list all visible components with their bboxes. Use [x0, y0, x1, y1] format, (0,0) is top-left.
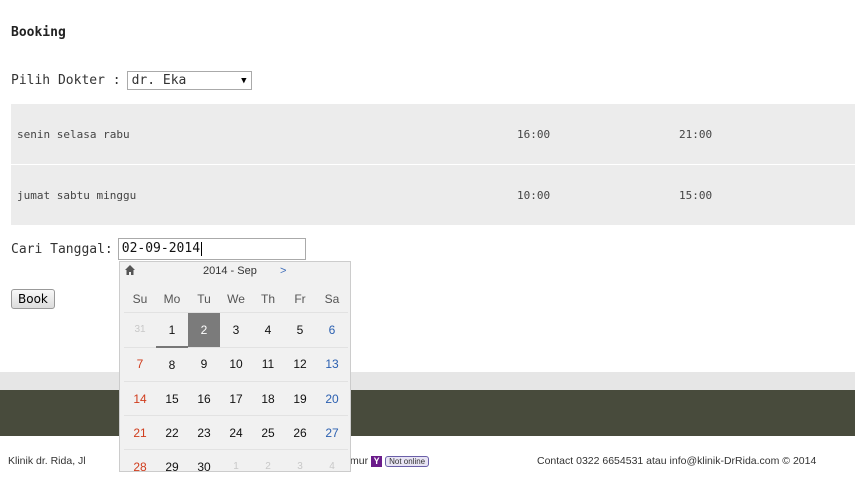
calendar-day[interactable]: 24	[220, 416, 252, 450]
doctor-select-value: dr. Eka	[132, 73, 187, 88]
book-button[interactable]: Book	[11, 289, 55, 309]
calendar-day[interactable]: 25	[252, 416, 284, 450]
calendar-day[interactable]: 27	[316, 416, 348, 450]
calendar-day[interactable]: 7	[124, 347, 156, 382]
page-title: Booking	[11, 25, 66, 40]
calendar-day[interactable]: 21	[124, 416, 156, 450]
calendar-day[interactable]: 19	[284, 382, 316, 416]
schedule-end: 21:00	[673, 104, 855, 165]
calendar-grid: SuMoTuWeThFrSa 3112345678910111213141516…	[124, 286, 348, 483]
calendar-week: 21222324252627	[124, 416, 348, 450]
yahoo-messenger-icon[interactable]: Y	[371, 456, 382, 467]
calendar-day[interactable]: 5	[284, 313, 316, 348]
calendar-day[interactable]: 14	[124, 382, 156, 416]
doctor-label: Pilih Dokter :	[11, 73, 121, 88]
datepicker-header: 2014 - Sep >	[120, 262, 350, 280]
schedule-end: 15:00	[673, 165, 855, 226]
chevron-down-icon: ▼	[241, 76, 246, 86]
calendar-day[interactable]: 11	[252, 347, 284, 382]
table-row: jumat sabtu minggu 10:00 15:00	[11, 165, 855, 226]
weekday-label: Sa	[316, 286, 348, 313]
calendar-day[interactable]: 23	[188, 416, 220, 450]
calendar-day[interactable]: 15	[156, 382, 188, 416]
calendar-day[interactable]: 4	[252, 313, 284, 348]
footer-address: Klinik dr. Rida, Jl	[8, 455, 86, 467]
calendar-day[interactable]: 29	[156, 450, 188, 483]
schedule-days: senin selasa rabu	[11, 104, 511, 165]
table-row: senin selasa rabu 16:00 21:00	[11, 104, 855, 165]
ym-status-badge[interactable]: Not online	[385, 456, 429, 467]
weekday-label: We	[220, 286, 252, 313]
calendar-day-other-month: 2	[252, 450, 284, 483]
calendar-day[interactable]: 20	[316, 382, 348, 416]
calendar-day[interactable]: 28	[124, 450, 156, 483]
footer-mid-text: mur	[350, 455, 368, 467]
calendar-day-other-month: 3	[284, 450, 316, 483]
calendar-week: 2829301234	[124, 450, 348, 483]
calendar-day[interactable]: 17	[220, 382, 252, 416]
calendar-day[interactable]: 13	[316, 347, 348, 382]
calendar-day[interactable]: 26	[284, 416, 316, 450]
calendar-week: 31123456	[124, 313, 348, 348]
calendar-week: 78910111213	[124, 347, 348, 382]
date-input[interactable]: 02-09-2014	[118, 238, 306, 260]
calendar-day-other-month: 1	[220, 450, 252, 483]
doctor-row: Pilih Dokter : dr. Eka ▼	[11, 71, 252, 90]
date-search-row: Cari Tanggal: 02-09-2014	[11, 238, 306, 260]
date-search-label: Cari Tanggal:	[11, 242, 113, 257]
text-caret	[201, 242, 202, 256]
weekday-label: Mo	[156, 286, 188, 313]
weekday-row: SuMoTuWeThFrSa	[124, 286, 348, 313]
datepicker: 2014 - Sep > SuMoTuWeThFrSa 311234567891…	[119, 261, 351, 472]
datepicker-title: 2014 - Sep	[203, 265, 257, 277]
calendar-day[interactable]: 6	[316, 313, 348, 348]
date-input-value: 02-09-2014	[122, 241, 200, 256]
schedule-table: senin selasa rabu 16:00 21:00 jumat sabt…	[11, 104, 855, 226]
calendar-day-other-month: 31	[124, 313, 156, 348]
calendar-week: 14151617181920	[124, 382, 348, 416]
footer-contact: Contact 0322 6654531 atau info@klinik-Dr…	[537, 455, 816, 467]
weekday-label: Su	[124, 286, 156, 313]
weekday-label: Tu	[188, 286, 220, 313]
calendar-day[interactable]: 16	[188, 382, 220, 416]
schedule-start: 16:00	[511, 104, 673, 165]
schedule-start: 10:00	[511, 165, 673, 226]
calendar-day[interactable]: 2	[188, 313, 220, 348]
home-icon[interactable]	[124, 264, 136, 276]
next-month-link[interactable]: >	[280, 265, 286, 277]
calendar-day[interactable]: 12	[284, 347, 316, 382]
calendar-day[interactable]: 10	[220, 347, 252, 382]
calendar-day[interactable]: 9	[188, 347, 220, 382]
calendar-day[interactable]: 3	[220, 313, 252, 348]
doctor-select[interactable]: dr. Eka ▼	[127, 71, 252, 90]
footer-ym: mur Y Not online	[350, 455, 429, 467]
calendar-day[interactable]: 1	[156, 313, 188, 348]
calendar-day-other-month: 4	[316, 450, 348, 483]
schedule-days: jumat sabtu minggu	[11, 165, 511, 226]
calendar-day[interactable]: 22	[156, 416, 188, 450]
weekday-label: Th	[252, 286, 284, 313]
calendar-day[interactable]: 18	[252, 382, 284, 416]
weekday-label: Fr	[284, 286, 316, 313]
calendar-day[interactable]: 30	[188, 450, 220, 483]
calendar-day[interactable]: 8	[156, 347, 188, 382]
